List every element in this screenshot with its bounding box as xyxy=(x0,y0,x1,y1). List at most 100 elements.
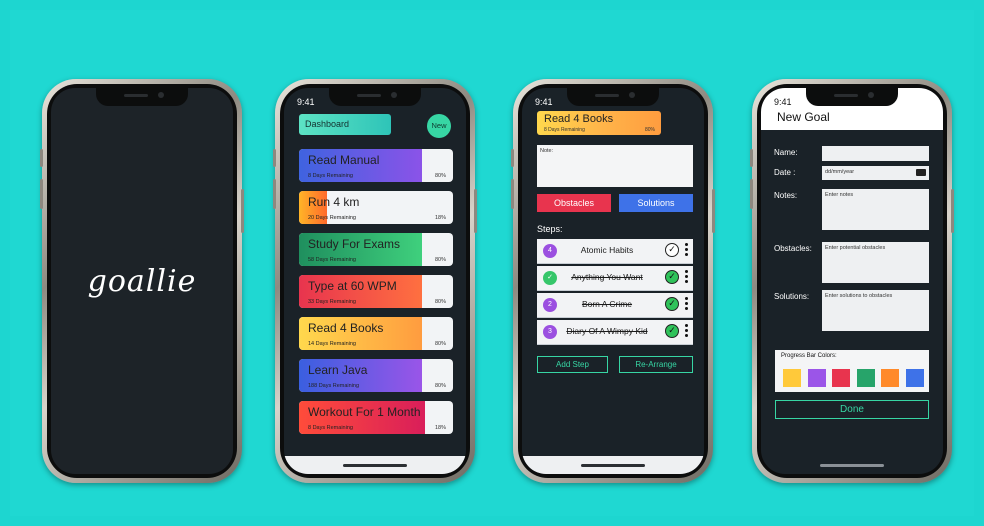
notch xyxy=(567,88,659,106)
side-button xyxy=(273,179,276,209)
step-row[interactable]: 3 Diary Of A Wimpy Kid ✓ xyxy=(537,320,693,345)
goal-card[interactable]: Type at 60 WPM 33 Days Remaining 80% xyxy=(299,275,453,308)
progress-color-picker: Progress Bar Colors: xyxy=(775,350,929,392)
obstacles-field[interactable]: Enter potential obstacles xyxy=(822,242,929,283)
more-options-icon[interactable] xyxy=(685,243,689,258)
step-text: Atomic Habits xyxy=(580,245,634,255)
color-swatch[interactable] xyxy=(783,369,801,387)
check-icon[interactable]: ✓ xyxy=(665,324,679,338)
goal-days-remaining: 8 Days Remaining xyxy=(308,173,353,179)
step-badge: 2 xyxy=(543,298,557,312)
step-text: Diary Of A Wimpy Kid xyxy=(566,326,648,336)
home-indicator[interactable] xyxy=(581,464,645,467)
goal-card[interactable]: Study For Exams 58 Days Remaining 80% xyxy=(299,233,453,266)
goal-title: Run 4 km xyxy=(308,195,360,209)
date-field[interactable]: dd/mm/year xyxy=(822,166,929,180)
solutions-button[interactable]: Solutions xyxy=(619,194,693,212)
goal-days-remaining: 58 Days Remaining xyxy=(308,257,356,263)
goal-header-card: Read 4 Books 8 Days Remaining 80% xyxy=(537,111,661,135)
step-text: Born A Crime xyxy=(581,299,633,309)
goal-days-remaining: 14 Days Remaining xyxy=(308,341,356,347)
phone-dashboard: 9:41 Dashboard New Read Manual 8 Days Rem… xyxy=(273,79,477,483)
side-button xyxy=(511,149,514,167)
color-swatch[interactable] xyxy=(856,369,875,387)
home-bar xyxy=(284,456,466,474)
splash-screen: goallie xyxy=(51,88,233,474)
step-badge: 4 xyxy=(543,244,557,258)
home-bar xyxy=(522,456,704,474)
check-icon[interactable]: ✓ xyxy=(665,297,679,311)
solutions-field[interactable]: Enter solutions to obstacles xyxy=(822,290,929,331)
side-button xyxy=(40,179,43,209)
goal-title: Read 4 Books xyxy=(544,113,614,125)
step-badge: ✓ xyxy=(543,271,557,285)
goal-title: Type at 60 WPM xyxy=(308,279,397,293)
goal-percent: 18% xyxy=(434,425,446,431)
obstacles-button[interactable]: Obstacles xyxy=(537,194,611,212)
side-button xyxy=(750,179,753,209)
note-field[interactable]: Note: xyxy=(537,145,693,187)
obstacles-label: Obstacles: xyxy=(774,244,812,253)
goal-card[interactable]: Read 4 Books 14 Days Remaining 80% xyxy=(299,317,453,350)
goal-days-remaining: 188 Days Remaining xyxy=(308,383,360,389)
side-button xyxy=(511,179,514,209)
goal-title: Learn Java xyxy=(308,363,368,377)
goal-percent: 80% xyxy=(434,383,446,389)
steps-heading: Steps: xyxy=(537,224,563,234)
home-indicator[interactable] xyxy=(343,464,407,467)
notes-placeholder: Enter notes xyxy=(825,192,854,198)
color-swatch[interactable] xyxy=(881,369,899,387)
check-icon[interactable]: ✓ xyxy=(665,270,679,284)
side-button xyxy=(750,149,753,167)
dashboard-button[interactable]: Dashboard xyxy=(299,114,391,135)
goal-title: Workout For 1 Month xyxy=(308,405,421,419)
goal-percent: 80% xyxy=(434,257,446,263)
dashboard-screen: 9:41 Dashboard New Read Manual 8 Days Rem… xyxy=(284,88,466,474)
color-swatch[interactable] xyxy=(905,369,924,387)
goal-card[interactable]: Workout For 1 Month 8 Days Remaining 18% xyxy=(299,401,453,434)
notch xyxy=(329,88,421,106)
goal-title: Read Manual xyxy=(308,153,380,167)
phone-new-goal: 9:41 New Goal Name: Date : dd/mm/year No… xyxy=(750,79,954,483)
step-text: Anything You Want xyxy=(571,272,643,282)
goal-card[interactable]: Learn Java 188 Days Remaining 80% xyxy=(299,359,453,392)
status-time: 9:41 xyxy=(297,97,315,107)
notch xyxy=(806,88,898,106)
new-goal-button[interactable]: New xyxy=(427,114,451,138)
note-label: Note: xyxy=(540,148,554,154)
add-step-button[interactable]: Add Step xyxy=(537,356,608,373)
solutions-label: Solutions: xyxy=(774,292,810,301)
name-field[interactable] xyxy=(822,146,929,161)
goal-card[interactable]: Run 4 km 20 Days Remaining 18% xyxy=(299,191,453,224)
page-title: New Goal xyxy=(777,110,830,124)
more-options-icon[interactable] xyxy=(685,324,689,339)
goal-percent: 80% xyxy=(434,341,446,347)
more-options-icon[interactable] xyxy=(685,297,689,312)
calendar-icon[interactable] xyxy=(916,169,926,176)
color-swatch[interactable] xyxy=(807,369,826,387)
done-button[interactable]: Done xyxy=(775,400,929,419)
check-icon[interactable]: ✓ xyxy=(665,243,679,257)
goal-percent: 80% xyxy=(434,173,446,179)
goal-days-remaining: 33 Days Remaining xyxy=(308,299,356,305)
date-placeholder: dd/mm/year xyxy=(825,169,855,175)
step-row[interactable]: 4 Atomic Habits ✓ xyxy=(537,239,693,264)
side-button xyxy=(951,189,954,233)
more-options-icon[interactable] xyxy=(685,270,689,285)
showcase-background: goallie 9:41 Dashboard New Read Manual 8 … xyxy=(10,10,974,516)
goal-title: Read 4 Books xyxy=(308,321,384,335)
rearrange-button[interactable]: Re-Arrange xyxy=(619,356,693,373)
step-row[interactable]: 2 Born A Crime ✓ xyxy=(537,293,693,318)
side-button xyxy=(40,149,43,167)
home-indicator[interactable] xyxy=(820,464,884,467)
notch xyxy=(96,88,188,106)
status-time: 9:41 xyxy=(774,97,792,107)
notes-field[interactable]: Enter notes xyxy=(822,189,929,230)
color-swatch[interactable] xyxy=(832,369,850,387)
goal-card[interactable]: Read Manual 8 Days Remaining 80% xyxy=(299,149,453,182)
goal-percent: 80% xyxy=(434,299,446,305)
app-logo: goallie xyxy=(87,264,197,299)
goal-detail-screen: 9:41 Read 4 Books 8 Days Remaining 80% N… xyxy=(522,88,704,474)
step-row[interactable]: ✓ Anything You Want ✓ xyxy=(537,266,693,291)
side-button xyxy=(241,189,244,233)
